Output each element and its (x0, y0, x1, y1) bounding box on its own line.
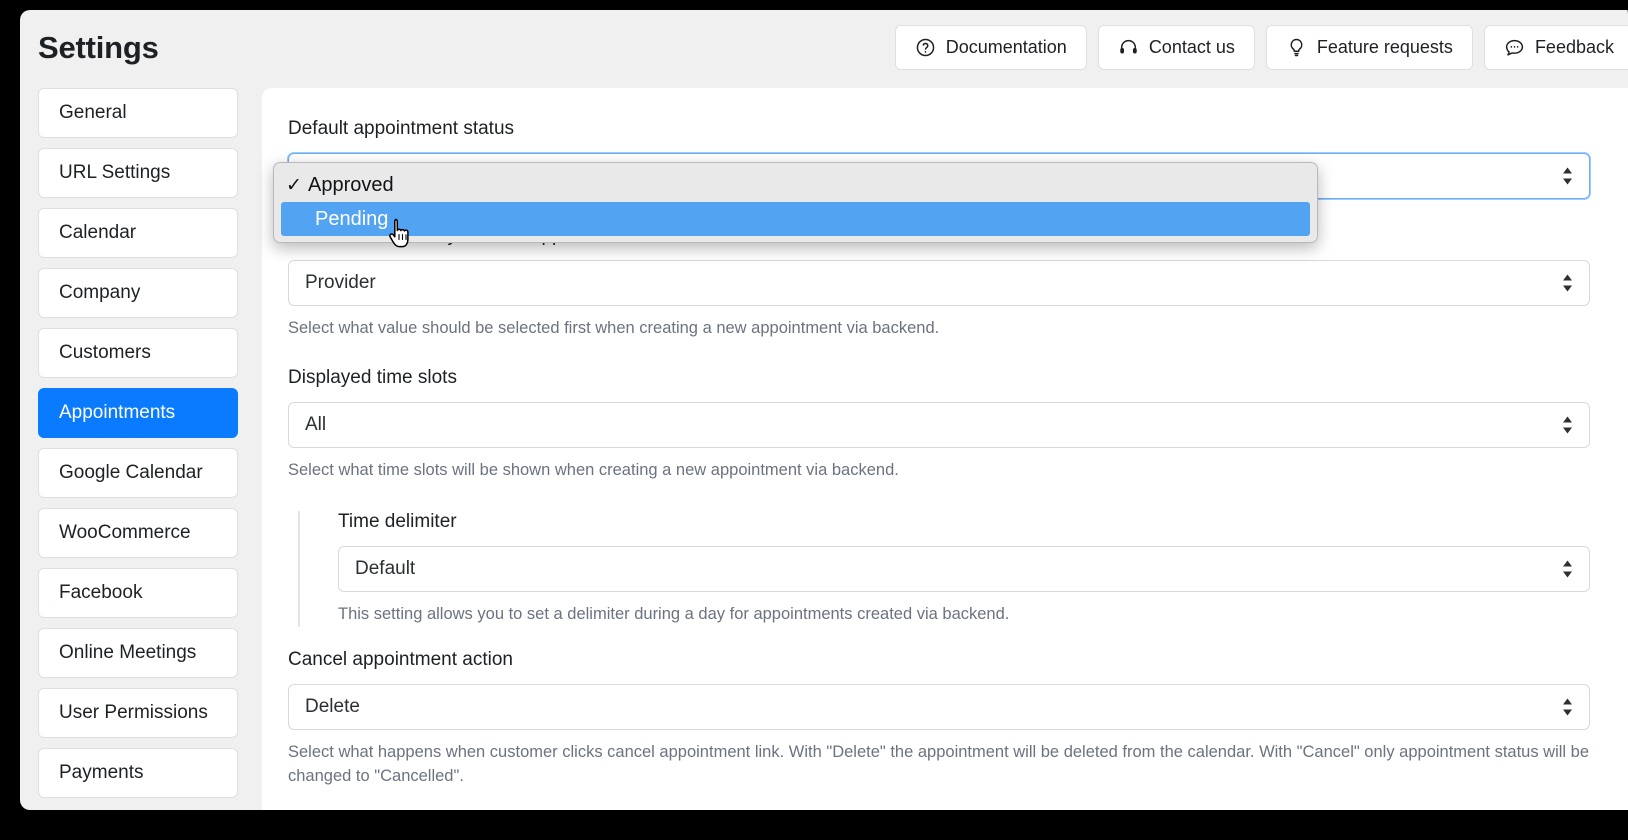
sidebar-item-facebook[interactable]: Facebook (38, 568, 238, 618)
sidebar-item-google-calendar[interactable]: Google Calendar (38, 448, 238, 498)
lightbulb-icon (1286, 37, 1307, 58)
default-status-dropdown[interactable]: ✓ Approved Pending (273, 162, 1318, 243)
sidebar-item-label: Google Calendar (59, 462, 203, 483)
sidebar-item-label: Facebook (59, 582, 143, 603)
sidebar-item-customers[interactable]: Customers (38, 328, 238, 378)
dropdown-option-pending[interactable]: Pending (281, 202, 1310, 236)
dropdown-option-label: Pending (315, 207, 389, 230)
headset-icon (1118, 37, 1139, 58)
sidebar-item-general[interactable]: General (38, 88, 238, 138)
chevron-updown-icon (1562, 416, 1573, 434)
first-value-select[interactable]: Provider (288, 260, 1590, 306)
sidebar-item-label: General (59, 102, 127, 123)
sidebar-item-user-permissions[interactable]: User Permissions (38, 688, 238, 738)
header-actions: Documentation Contact us Feature request… (894, 25, 1628, 70)
field-cancel-appointment-action: Cancel appointment action Delete Select … (288, 649, 1590, 789)
time-delimiter-help: This setting allows you to set a delimit… (338, 604, 1010, 623)
sidebar-item-label: URL Settings (59, 162, 171, 183)
documentation-button[interactable]: Documentation (894, 25, 1087, 70)
checkmark-icon: ✓ (286, 174, 302, 196)
dropdown-option-label: Approved (308, 173, 394, 196)
sidebar-item-label: Customers (59, 342, 151, 363)
sidebar-item-company[interactable]: Company (38, 268, 238, 318)
sidebar-item-label: Calendar (59, 222, 137, 243)
settings-sidebar: General URL Settings Calendar Company Cu… (38, 88, 238, 798)
field-displayed-time-slots: Displayed time slots All Select what tim… (288, 367, 1590, 483)
chevron-updown-icon (1562, 274, 1573, 292)
time-delimiter-label: Time delimiter (338, 510, 457, 532)
comment-dots-icon (1504, 37, 1525, 58)
cancel-action-select[interactable]: Delete (288, 683, 1590, 730)
time-delimiter-select[interactable]: Default (338, 545, 1590, 592)
sidebar-item-appointments[interactable]: Appointments (38, 388, 238, 438)
question-circle-icon (915, 37, 936, 58)
default-status-label: Default appointment status (288, 118, 515, 139)
contact-us-button[interactable]: Contact us (1097, 25, 1255, 70)
sidebar-item-label: User Permissions (59, 702, 208, 723)
app-header: Settings Documentation Contact us Featur… (20, 10, 1628, 88)
sidebar-item-label: Payments (59, 762, 144, 783)
time-slots-value: All (305, 413, 327, 435)
sidebar-item-woocommerce[interactable]: WooCommerce (38, 508, 238, 558)
time-slots-select[interactable]: All (288, 401, 1590, 448)
sidebar-item-calendar[interactable]: Calendar (38, 208, 238, 258)
feature-requests-label: Feature requests (1316, 37, 1453, 57)
chevron-updown-icon (1562, 560, 1573, 578)
page-title: Settings (38, 30, 159, 65)
feedback-button[interactable]: Feedback (1483, 25, 1628, 70)
sidebar-item-label: WooCommerce (59, 522, 191, 543)
dropdown-option-approved[interactable]: ✓ Approved (274, 168, 1317, 202)
contact-us-label: Contact us (1148, 37, 1235, 57)
time-slots-label: Displayed time slots (288, 366, 457, 388)
chevron-updown-icon (1562, 167, 1573, 185)
sidebar-item-payments[interactable]: Payments (38, 748, 238, 798)
settings-app: Settings Documentation Contact us Featur… (20, 10, 1628, 810)
sidebar-item-online-meetings[interactable]: Online Meetings (38, 628, 238, 678)
cancel-action-label: Cancel appointment action (288, 648, 513, 670)
sidebar-item-label: Online Meetings (59, 642, 197, 663)
feedback-label: Feedback (1534, 37, 1614, 57)
chevron-updown-icon (1562, 698, 1573, 716)
feature-requests-button[interactable]: Feature requests (1265, 25, 1473, 70)
first-value-help: Select what value should be selected fir… (288, 319, 940, 337)
first-value-value: Provider (305, 272, 376, 293)
nested-time-delimiter-group: Time delimiter Default This setting allo… (298, 510, 1590, 627)
sidebar-item-label: Company (59, 282, 141, 303)
cancel-action-value: Delete (305, 695, 360, 717)
time-slots-help: Select what time slots will be shown whe… (288, 460, 899, 479)
screen-frame: Settings Documentation Contact us Featur… (0, 0, 1628, 840)
documentation-label: Documentation (945, 37, 1067, 57)
sidebar-item-url-settings[interactable]: URL Settings (38, 148, 238, 198)
cancel-action-help: Select what happens when customer clicks… (288, 742, 1590, 785)
time-delimiter-value: Default (355, 557, 416, 579)
sidebar-item-label: Appointments (59, 402, 176, 423)
